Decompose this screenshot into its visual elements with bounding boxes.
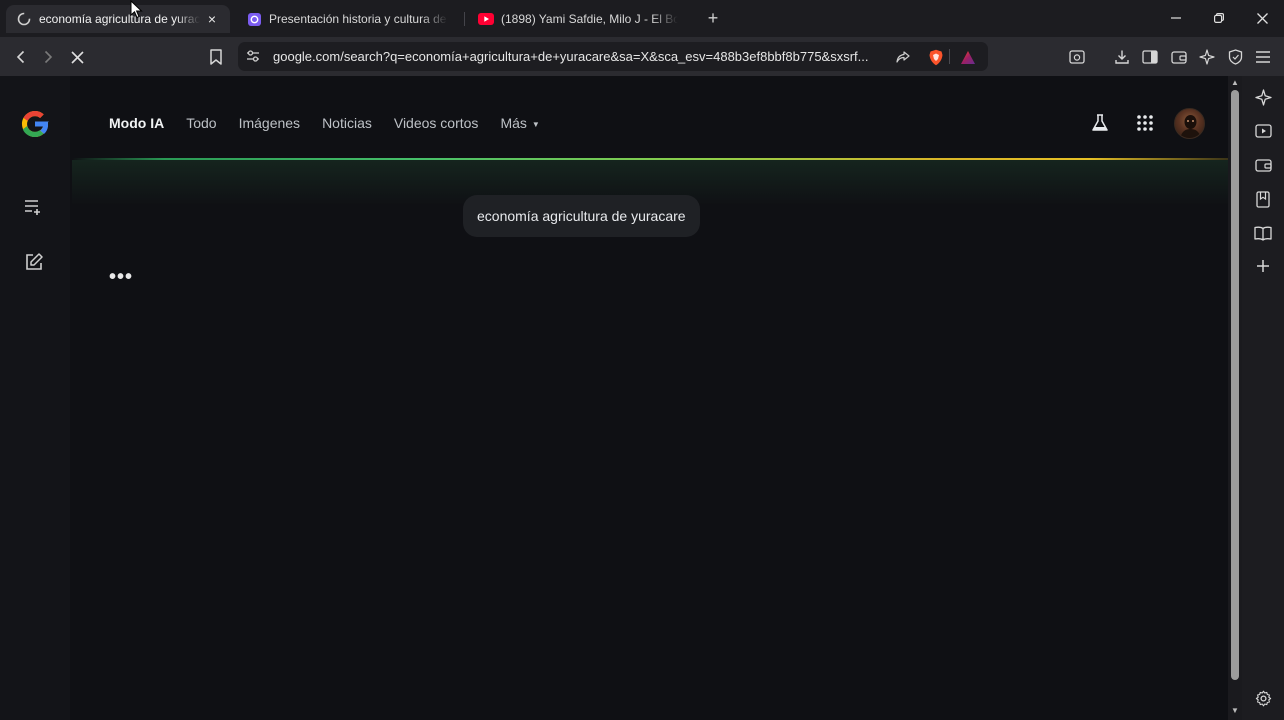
tab-economia[interactable]: economía agricultura de yuracare × <box>6 5 230 33</box>
bookmark-icon[interactable] <box>205 46 227 68</box>
tab-title: economía agricultura de yuracare <box>39 12 200 26</box>
tab-title: (1898) Yami Safdie, Milo J - El Bolero <box>501 12 678 26</box>
account-avatar[interactable] <box>1174 108 1205 139</box>
history-list-icon[interactable] <box>23 196 45 218</box>
address-bar[interactable]: google.com/search?q=economía+agricultura… <box>238 42 988 71</box>
search-type-tabs: Modo IA Todo Imágenes Noticias Videos co… <box>109 115 562 131</box>
screenshot-icon[interactable] <box>1066 46 1088 68</box>
browser-toolbar: google.com/search?q=economía+agricultura… <box>0 37 1284 76</box>
close-window-button[interactable] <box>1252 8 1272 28</box>
tab-close-button[interactable]: × <box>204 11 220 27</box>
new-tab-button[interactable]: + <box>703 8 723 28</box>
media-player-icon[interactable] <box>1253 121 1273 141</box>
tab-youtube[interactable]: (1898) Yami Safdie, Milo J - El Bolero <box>468 5 688 33</box>
restore-button[interactable] <box>1209 8 1229 28</box>
user-query-bubble: economía agricultura de yuracare <box>463 195 700 237</box>
search-results-page: Modo IA Todo Imágenes Noticias Videos co… <box>0 76 1228 720</box>
canva-icon <box>246 11 262 27</box>
sidebar-settings-gear-icon[interactable] <box>1253 688 1273 708</box>
wallet-icon[interactable] <box>1168 46 1190 68</box>
menu-icon[interactable] <box>1252 46 1274 68</box>
google-logo-icon[interactable] <box>18 107 52 141</box>
back-button[interactable] <box>10 46 32 68</box>
urlbar-divider <box>949 49 950 64</box>
tab-imagenes[interactable]: Imágenes <box>239 115 300 131</box>
tab-mas[interactable]: Más ▼ <box>500 115 539 131</box>
tab-videos-cortos[interactable]: Videos cortos <box>394 115 479 131</box>
download-icon[interactable] <box>1111 46 1133 68</box>
wallet-panel-icon[interactable] <box>1253 155 1273 175</box>
scrollbar-thumb[interactable] <box>1231 90 1239 680</box>
leo-ai-icon[interactable] <box>1196 46 1218 68</box>
tab-noticias[interactable]: Noticias <box>322 115 372 131</box>
bookmarks-panel-icon[interactable] <box>1253 189 1273 209</box>
tab-divider <box>464 12 465 26</box>
tab-presentacion[interactable]: Presentación historia y cultura de los <box>236 5 458 33</box>
share-icon[interactable] <box>893 47 913 67</box>
loading-dots-indicator: ••• <box>109 266 134 288</box>
tab-strip: economía agricultura de yuracare × Prese… <box>0 0 1284 37</box>
labs-flask-icon[interactable] <box>1088 111 1112 135</box>
browser-side-panel <box>1242 76 1284 720</box>
forward-button[interactable] <box>37 46 59 68</box>
leo-sparkle-icon[interactable] <box>1253 87 1273 107</box>
site-settings-icon[interactable] <box>246 49 260 63</box>
page-scrollbar[interactable]: ▲ ▼ <box>1228 76 1242 720</box>
youtube-icon <box>478 11 494 27</box>
brave-rewards-icon[interactable] <box>958 47 978 67</box>
ai-mode-left-rail <box>0 76 70 720</box>
tab-mas-label: Más <box>500 115 527 131</box>
scroll-down-arrow-icon[interactable]: ▼ <box>1230 706 1240 716</box>
add-panel-icon[interactable] <box>1253 256 1273 276</box>
new-chat-edit-icon[interactable] <box>23 251 45 273</box>
scroll-up-arrow-icon[interactable]: ▲ <box>1230 78 1240 88</box>
tab-modo-ia[interactable]: Modo IA <box>109 115 164 131</box>
tab-title: Presentación historia y cultura de los <box>269 12 448 26</box>
vpn-shield-icon[interactable] <box>1224 46 1246 68</box>
tab-todo[interactable]: Todo <box>186 115 216 131</box>
stop-loading-button[interactable] <box>66 46 88 68</box>
url-text[interactable]: google.com/search?q=economía+agricultura… <box>273 49 885 64</box>
caret-down-icon: ▼ <box>531 120 540 129</box>
apps-grid-icon[interactable] <box>1133 111 1157 135</box>
loading-spinner-icon <box>16 11 32 27</box>
mouse-cursor-icon <box>130 0 144 20</box>
sidebar-toggle-icon[interactable] <box>1139 46 1161 68</box>
brave-shields-icon[interactable] <box>926 47 946 67</box>
minimize-button[interactable] <box>1166 8 1186 28</box>
reading-list-icon[interactable] <box>1253 223 1273 243</box>
